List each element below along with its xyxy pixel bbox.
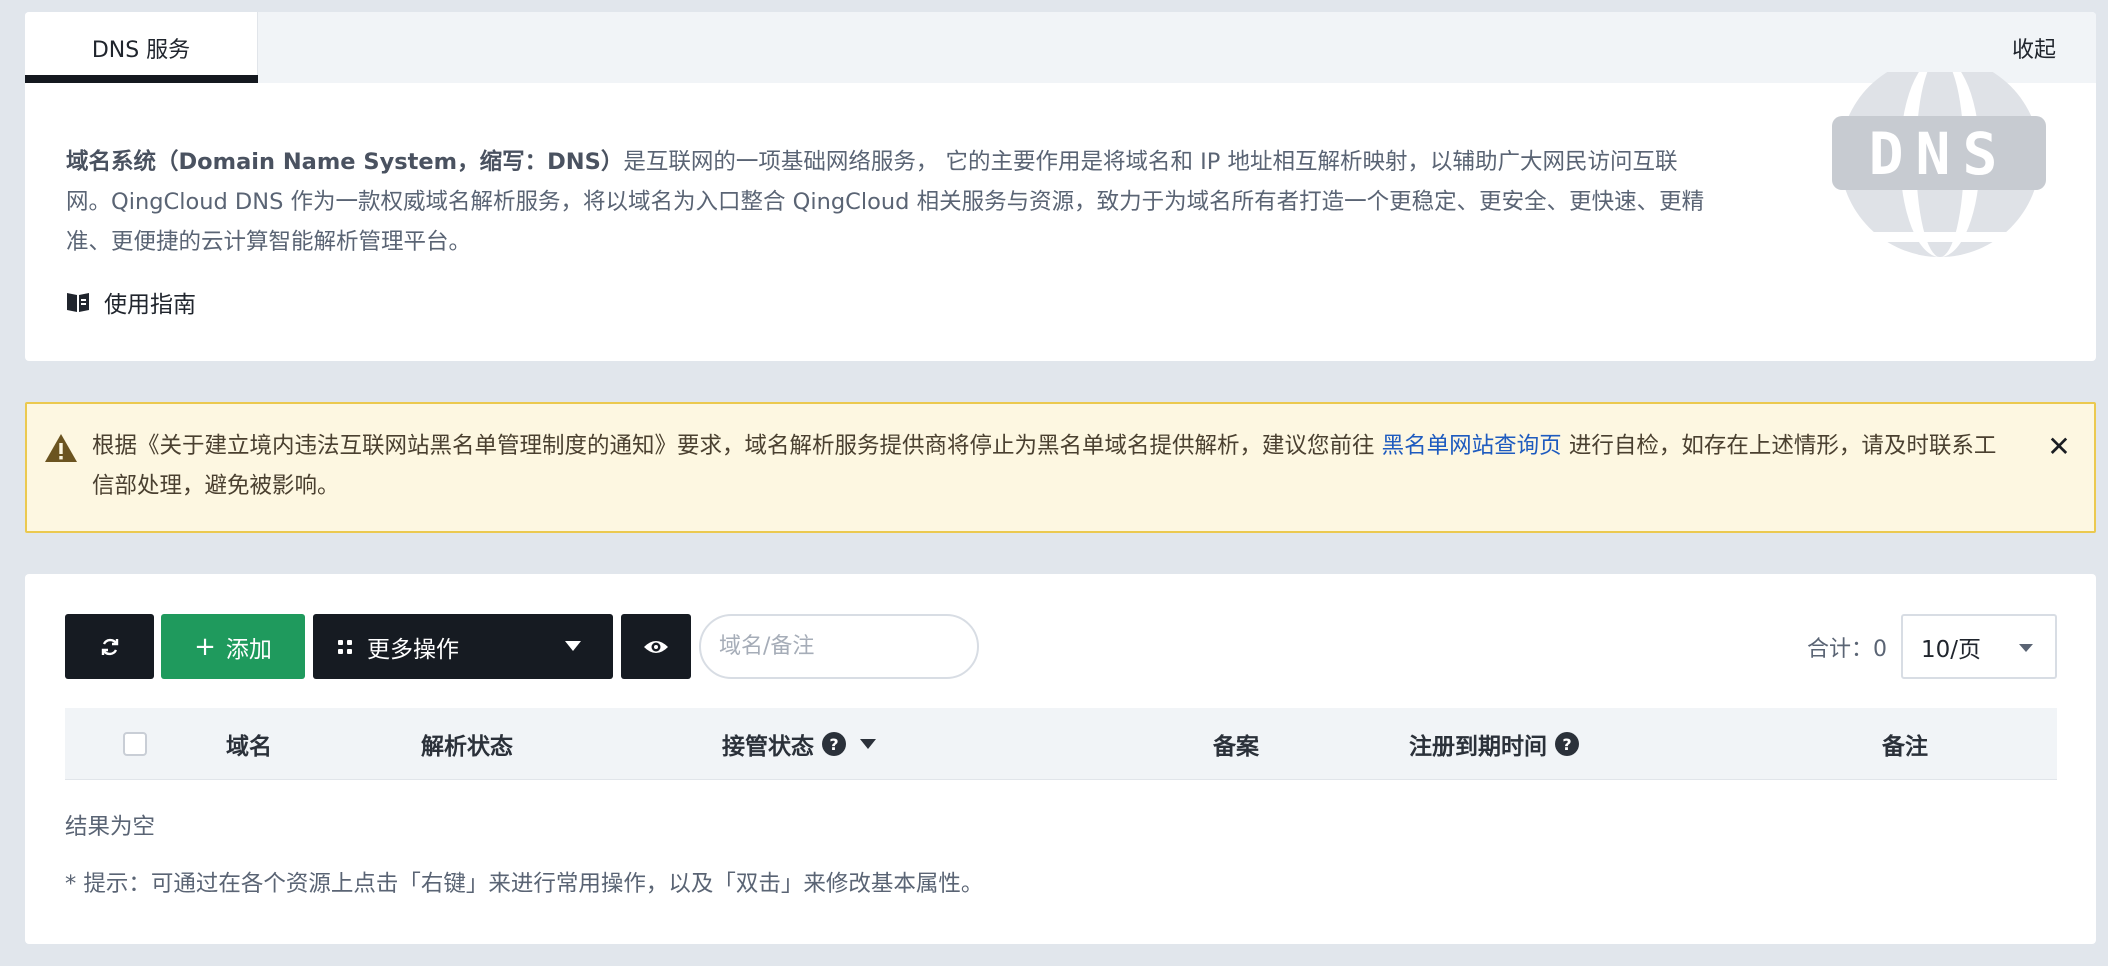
help-icon[interactable]: ? [822,732,846,756]
search-input[interactable] [699,614,979,679]
column-domain[interactable]: 域名 [226,708,272,780]
page-size-value: 10/页 [1921,636,1982,663]
chevron-down-icon [565,641,581,651]
filter-chevron-down-icon[interactable] [860,739,876,749]
notice-text: 根据《关于建立境内违法互联网站黑名单管理制度的通知》要求，域名解析服务提供商将停… [92,426,2012,506]
tab-dns-service[interactable]: DNS 服务 [25,12,258,83]
eye-icon [644,640,668,653]
dns-globe-icon: DNS [1832,72,2046,257]
more-actions-label: 更多操作 [367,636,459,663]
tab-dns-service-label: DNS 服务 [91,37,191,63]
help-icon[interactable]: ? [1555,732,1579,756]
add-button-label: 添加 [225,636,272,663]
refresh-button[interactable] [65,614,154,679]
blacklist-notice: 根据《关于建立境内违法互联网站黑名单管理制度的通知》要求，域名解析服务提供商将停… [25,402,2096,533]
column-remark[interactable]: 备注 [1882,708,1928,780]
column-expiry-time-label: 注册到期时间 [1409,734,1547,760]
select-all-checkbox[interactable] [123,732,147,756]
notice-text-before: 根据《关于建立境内违法互联网站黑名单管理制度的通知》要求，域名解析服务提供商将停… [92,433,1382,459]
notice-close-button[interactable]: ✕ [2046,433,2072,461]
page-size-select[interactable]: 10/页 [1901,614,2057,679]
toolbar: + 添加 更多操作 合计：0 10/页 [65,614,2057,679]
intro-description: 域名系统（Domain Name System，缩写：DNS）是互联网的一项基础… [66,142,1716,262]
user-guide-label: 使用指南 [104,292,196,318]
warning-icon [45,434,77,462]
plus-icon: + [194,631,216,662]
total-count: 合计：0 [1807,636,1887,662]
column-takeover-status-label: 接管状态 [722,734,814,760]
user-guide-link[interactable]: 使用指南 [66,284,196,320]
dns-logo-text: DNS [1869,120,2010,188]
chevron-down-icon [2019,644,2033,652]
domain-table-card: + 添加 更多操作 合计：0 10/页 [25,574,2096,944]
column-resolve-status[interactable]: 解析状态 [421,708,513,780]
empty-result-text: 结果为空 [65,814,156,840]
intro-description-bold: 域名系统（Domain Name System，缩写：DNS） [66,149,624,175]
usage-hint-text: * 提示：可通过在各个资源上点击「右键」来进行常用操作，以及「双击」来修改基本属… [65,871,984,897]
refresh-icon [101,638,118,655]
table-header: 域名 解析状态 接管状态 ? 备案 注册到期时间 ? 备注 [65,708,2057,780]
tab-active-indicator [25,75,258,83]
blacklist-query-link[interactable]: 黑名单网站查询页 [1382,433,1562,459]
book-icon [67,293,89,312]
intro-tab-bar: DNS 服务 收起 [25,12,2096,83]
more-actions-dropdown[interactable]: 更多操作 [313,614,613,679]
column-icp-filing[interactable]: 备案 [1213,708,1259,780]
column-expiry-time[interactable]: 注册到期时间 ? [1409,708,1579,780]
dns-intro-card: DNS 服务 收起 域名系统（Domain Name System，缩写：DNS… [25,12,2096,361]
grid-icon [338,639,352,654]
add-domain-button[interactable]: + 添加 [161,614,305,679]
column-visibility-button[interactable] [621,614,691,679]
column-takeover-status[interactable]: 接管状态 ? [722,708,876,780]
